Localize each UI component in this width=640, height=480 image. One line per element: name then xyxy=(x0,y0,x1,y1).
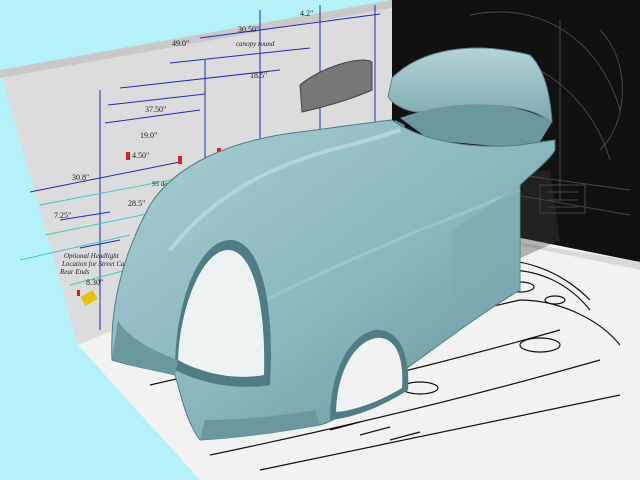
note-headlight: Optional Headlight xyxy=(64,252,120,260)
dim-30-8: 30.8" xyxy=(72,173,89,182)
dim-30-50: 30.50" xyxy=(238,25,259,34)
dim-49: 49.0" xyxy=(172,39,189,48)
note-rear-ends: Rear Ends xyxy=(59,268,90,276)
scene-render[interactable]: 49.0" 30.50" 4.2" 37.50" 18.5" 19.0" 30.… xyxy=(0,0,640,480)
dim-8-30: 8.30" xyxy=(86,278,103,287)
3d-viewport[interactable]: 49.0" 30.50" 4.2" 37.50" 18.5" 19.0" 30.… xyxy=(0,0,640,480)
dim-28-5: 28.5" xyxy=(128,199,145,208)
dim-4-2: 4.2" xyxy=(300,9,313,18)
dim-18-5: 18.5" xyxy=(250,71,267,80)
dim-7-25: 7.25" xyxy=(54,211,71,220)
dim-19: 19.0" xyxy=(140,131,157,140)
dim-4-50: 4.50" xyxy=(132,151,149,160)
note-street-car: Location for Street Car xyxy=(61,260,128,268)
note-canopy: canopy round xyxy=(236,40,275,48)
dim-37-50: 37.50" xyxy=(145,105,166,114)
